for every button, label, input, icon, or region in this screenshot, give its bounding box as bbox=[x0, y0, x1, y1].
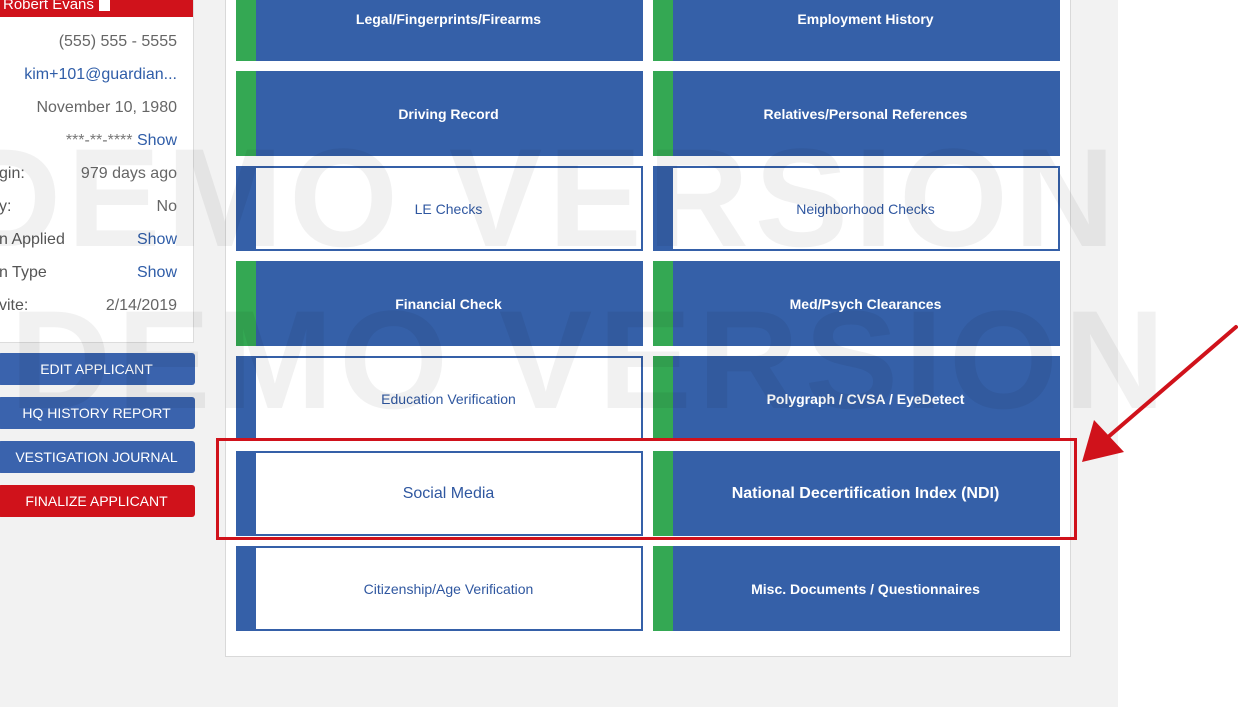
ssn-mask: ***-**-**** bbox=[65, 132, 133, 149]
tile-employment[interactable]: Employment History bbox=[653, 0, 1060, 61]
invite-value: 2/14/2019 bbox=[105, 297, 177, 314]
phone-row: (555) 555 - 5555 bbox=[0, 33, 193, 53]
position-type-show-link[interactable]: Show bbox=[137, 264, 177, 282]
tile-relatives[interactable]: Relatives/Personal References bbox=[653, 71, 1060, 156]
tile-driving[interactable]: Driving Record bbox=[236, 71, 643, 156]
email-row: kim+101@guardian... bbox=[0, 66, 193, 86]
position-type-label: n Type bbox=[0, 264, 47, 281]
tile-education[interactable]: Education Verification bbox=[236, 356, 643, 441]
tile-med-psych[interactable]: Med/Psych Clearances bbox=[653, 261, 1060, 346]
email-link[interactable]: kim+101@guardian... bbox=[24, 66, 177, 84]
status-bar bbox=[236, 0, 256, 61]
flag-row: y: No bbox=[0, 198, 193, 218]
invite-label: vite: bbox=[0, 297, 29, 314]
ssn-row: ***-**-**** Show bbox=[0, 132, 193, 152]
applicant-profile-card: Robert Evans (555) 555 - 5555 kim+101@gu… bbox=[0, 0, 194, 343]
position-applied-label: n Applied bbox=[0, 231, 65, 248]
position-applied-show-link[interactable]: Show bbox=[137, 231, 177, 249]
position-applied-row: n Applied Show bbox=[0, 231, 193, 251]
history-report-button[interactable]: HQ HISTORY REPORT bbox=[0, 397, 195, 429]
tile-ndi[interactable]: National Decertification Index (NDI) bbox=[653, 451, 1060, 536]
dob-row: November 10, 1980 bbox=[0, 99, 193, 119]
flag-label: y: bbox=[0, 198, 12, 215]
ssn-show-link[interactable]: Show bbox=[137, 132, 177, 149]
dob-value: November 10, 1980 bbox=[36, 99, 177, 116]
invite-row: vite: 2/14/2019 bbox=[0, 297, 193, 317]
edit-applicant-button[interactable]: EDIT APPLICANT bbox=[0, 353, 195, 385]
last-login-row: gin: 979 days ago bbox=[0, 165, 193, 185]
applicant-name-header: Robert Evans bbox=[0, 0, 193, 17]
last-login-label: gin: bbox=[0, 165, 25, 182]
position-type-row: n Type Show bbox=[0, 264, 193, 284]
tile-social-media[interactable]: Social Media bbox=[236, 451, 643, 536]
applicant-name: Robert Evans bbox=[3, 0, 94, 13]
tile-legal[interactable]: Legal/Fingerprints/Firearms bbox=[236, 0, 643, 61]
status-bar bbox=[653, 0, 673, 61]
finalize-applicant-button[interactable]: FINALIZE APPLICANT bbox=[0, 485, 195, 517]
investigation-journal-button[interactable]: VESTIGATION JOURNAL bbox=[0, 441, 195, 473]
tile-le-checks[interactable]: LE Checks bbox=[236, 166, 643, 251]
document-icon[interactable] bbox=[98, 0, 110, 11]
phone-value: (555) 555 - 5555 bbox=[58, 33, 177, 50]
tile-misc[interactable]: Misc. Documents / Questionnaires bbox=[653, 546, 1060, 631]
flag-value: No bbox=[156, 198, 177, 215]
tile-polygraph[interactable]: Polygraph / CVSA / EyeDetect bbox=[653, 356, 1060, 441]
tile-citizenship[interactable]: Citizenship/Age Verification bbox=[236, 546, 643, 631]
last-login-value: 979 days ago bbox=[80, 165, 177, 182]
tile-neighborhood[interactable]: Neighborhood Checks bbox=[653, 166, 1060, 251]
tile-financial[interactable]: Financial Check bbox=[236, 261, 643, 346]
